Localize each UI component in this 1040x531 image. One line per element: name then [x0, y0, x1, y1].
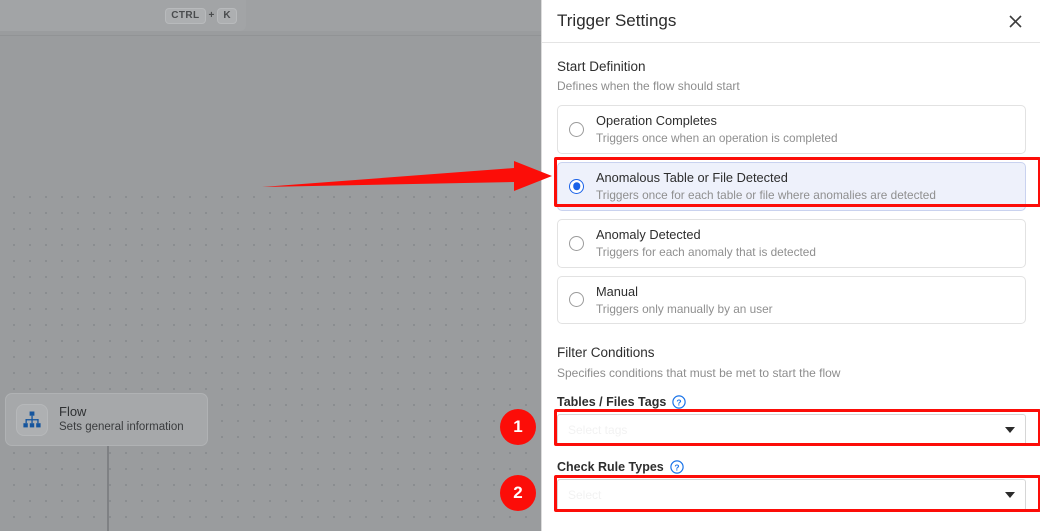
option-texts: Anomaly Detected Triggers for each anoma… — [596, 227, 816, 260]
annotation-badge-1: 1 — [500, 409, 536, 445]
flow-node-subtitle: Sets general information — [59, 420, 184, 433]
flow-node-title: Flow — [59, 404, 87, 420]
flow-node-texts: Flow Sets general information — [59, 404, 184, 434]
radio-manual[interactable] — [569, 292, 584, 308]
option-subtitle: Triggers for each anomaly that is detect… — [596, 244, 816, 259]
sitemap-icon — [16, 403, 48, 436]
canvas-toolbar: CTRL + K — [0, 0, 541, 31]
kbd-k-key: K — [217, 7, 237, 24]
chevron-down-icon[interactable] — [1005, 426, 1015, 433]
trigger-option-anomalous-table-or-file-detected[interactable]: Anomalous Table or File Detected Trigger… — [557, 162, 1026, 211]
option-title: Anomalous Table or File Detected — [596, 170, 788, 186]
badge-label: 2 — [513, 483, 523, 502]
page-title: Trigger Settings — [557, 11, 677, 30]
flow-node-card[interactable]: Flow Sets general information — [5, 393, 208, 446]
keyboard-shortcut-hint: CTRL + K — [165, 7, 237, 24]
check-rule-types-label: Check Rule Types ? — [557, 460, 1026, 474]
start-definition-subtitle: Defines when the flow should start — [557, 79, 740, 94]
field-label-text: Tables / Files Tags — [557, 394, 667, 409]
trigger-option-manual[interactable]: Manual Triggers only manually by an user — [557, 275, 1026, 325]
tables-files-tags-label: Tables / Files Tags ? — [557, 395, 1026, 409]
field-label-text: Check Rule Types — [557, 459, 664, 474]
app-root: CTRL + K Flow Sets general information T… — [0, 0, 1040, 531]
trigger-settings-panel: Trigger Settings Start Definition Define… — [541, 0, 1040, 531]
trigger-option-operation-completes[interactable]: Operation Completes Triggers once when a… — [557, 105, 1026, 155]
panel-header: Trigger Settings — [542, 0, 1040, 43]
canvas-body[interactable] — [0, 36, 541, 531]
toolbar-shortcut-area: CTRL + K — [0, 0, 246, 31]
chevron-down-icon[interactable] — [1005, 491, 1015, 498]
option-texts: Anomalous Table or File Detected Trigger… — [596, 170, 936, 203]
option-texts: Operation Completes Triggers once when a… — [596, 113, 838, 146]
select-placeholder: Select tags — [568, 422, 628, 437]
filter-conditions-section: Filter Conditions Specifies conditions t… — [557, 344, 1026, 380]
help-circle-icon[interactable]: ? — [672, 394, 686, 409]
panel-body: Start Definition Defines when the flow s… — [542, 43, 1040, 511]
option-subtitle: Triggers once for each table or file whe… — [596, 188, 936, 203]
option-title: Manual — [596, 283, 638, 299]
kbd-ctrl-key: CTRL — [165, 7, 206, 24]
radio-operation-completes[interactable] — [569, 122, 584, 138]
svg-text:?: ? — [677, 397, 682, 407]
badge-label: 1 — [513, 417, 523, 436]
flow-canvas[interactable]: CTRL + K Flow Sets general information — [0, 0, 541, 531]
trigger-option-list: Operation Completes Triggers once when a… — [557, 105, 1026, 325]
close-icon[interactable] — [1004, 10, 1026, 32]
filter-conditions-title: Filter Conditions — [557, 345, 655, 361]
option-subtitle: Triggers only manually by an user — [596, 301, 773, 316]
select-placeholder: Select — [568, 487, 602, 502]
option-title: Operation Completes — [596, 113, 717, 129]
flow-connector-line — [107, 446, 109, 531]
svg-text:?: ? — [674, 462, 679, 472]
radio-anomaly-detected[interactable] — [569, 235, 584, 251]
kbd-plus-sign: + — [208, 10, 215, 21]
check-rule-types-select[interactable]: Select — [557, 478, 1026, 511]
filter-conditions-subtitle: Specifies conditions that must be met to… — [557, 365, 841, 380]
canvas-dot-grid — [0, 183, 541, 531]
trigger-option-anomaly-detected[interactable]: Anomaly Detected Triggers for each anoma… — [557, 218, 1026, 268]
option-texts: Manual Triggers only manually by an user — [596, 284, 773, 317]
option-title: Anomaly Detected — [596, 226, 701, 242]
option-subtitle: Triggers once when an operation is compl… — [596, 131, 838, 146]
start-definition-section: Start Definition Defines when the flow s… — [557, 58, 1026, 94]
help-circle-icon[interactable]: ? — [670, 459, 684, 474]
tables-files-tags-select[interactable]: Select tags — [557, 413, 1026, 446]
start-definition-title: Start Definition — [557, 59, 646, 74]
radio-anomalous-table-or-file-detected[interactable] — [569, 178, 584, 194]
annotation-badge-2: 2 — [500, 475, 536, 511]
